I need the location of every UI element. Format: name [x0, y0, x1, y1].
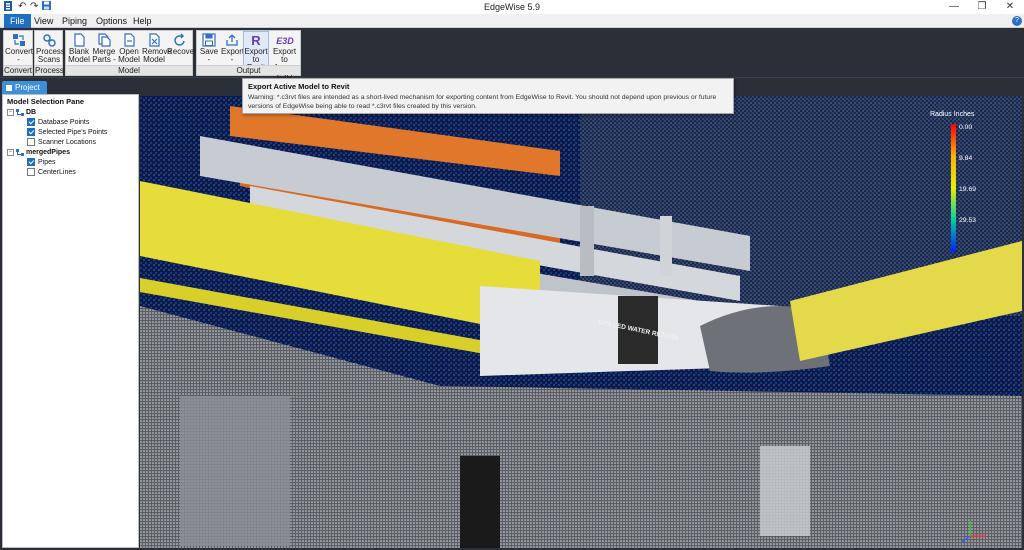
convert-button[interactable]: Convert -: [5, 32, 33, 66]
export-aveva-label: Export to: [272, 47, 297, 64]
item-label: Pipes: [38, 159, 56, 166]
export-revit-tooltip: Export Active Model to Revit Warning: *.…: [242, 78, 734, 114]
tree-item-centerlines[interactable]: CenterLines: [27, 168, 76, 177]
legend-tick: 0.00: [959, 124, 972, 131]
node-label-db: DB: [26, 109, 37, 116]
checkbox-scanner-locations[interactable]: [27, 138, 35, 147]
aveva-e3d-icon: E3D: [276, 36, 294, 46]
checkbox-database-points[interactable]: [27, 118, 35, 127]
tooltip-title: Export Active Model to Revit: [248, 82, 350, 91]
export-aveva-button[interactable]: E3D Export to Aveva E3D: [269, 32, 300, 80]
minimize-icon[interactable]: —: [940, 0, 968, 14]
pane-title: Model Selection Pane: [7, 97, 85, 106]
menu-view[interactable]: View: [28, 14, 59, 28]
menu-piping[interactable]: Piping: [56, 14, 93, 28]
ribbon-group-convert: Convert - Convert: [3, 30, 33, 76]
pipe-vertical: [580, 206, 594, 276]
project-tab-label: Project: [15, 83, 40, 92]
group-label-process: Process: [35, 65, 64, 75]
tab-project[interactable]: Project: [2, 81, 47, 94]
open-model-icon: [124, 33, 135, 47]
save-model-icon: [202, 33, 216, 47]
project-tab-icon: [6, 84, 12, 91]
ribbon-group-process: Process Scans Process: [34, 30, 65, 76]
tooltip-body: Warning: *.c3rvt files are intended as a…: [248, 94, 717, 110]
item-label: Selected Pipe's Points: [38, 129, 108, 136]
title-bar: ↶ ↷ EdgeWise 5.9 — ❐ ✕: [0, 0, 1024, 14]
export-button[interactable]: Export -: [221, 32, 244, 66]
merge-parts-sub: Parts -: [92, 55, 116, 64]
item-label: CenterLines: [38, 169, 76, 176]
node-tree-icon: [16, 148, 24, 156]
convert-sub: -: [17, 55, 20, 64]
export-icon: [226, 34, 238, 46]
checkbox-centerlines[interactable]: [27, 168, 35, 177]
tree-item-scanner-locations[interactable]: Scanner Locations: [27, 138, 96, 147]
node-label-mergedpipes: mergedPipes: [26, 149, 70, 156]
recover-icon: [173, 33, 185, 46]
node-tree-icon: [16, 108, 24, 116]
remove-model-icon: [149, 33, 160, 47]
ribbon-group-model: Blank Model - Merge Parts - Open Model R…: [65, 30, 197, 76]
recover-label: Recover: [167, 47, 197, 56]
collapse-icon[interactable]: −: [7, 108, 14, 116]
export-sub: -: [230, 55, 234, 64]
svg-text:R: R: [251, 33, 261, 47]
radius-legend-bar: [951, 124, 956, 252]
menu-file[interactable]: File: [4, 14, 31, 28]
legend-tick: 19.69: [959, 186, 976, 193]
close-icon[interactable]: ✕: [996, 0, 1024, 14]
blank-model-button[interactable]: Blank Model -: [67, 32, 91, 72]
ribbon-group-output: Save - Export - R Export to Revit E3D Ex…: [196, 30, 301, 80]
legend-tick: 29.53: [959, 217, 976, 224]
legend-tick: 9.84: [959, 155, 972, 162]
export-to-revit-button[interactable]: R Export to Revit: [243, 31, 269, 72]
process-scans-button[interactable]: Process Scans: [36, 32, 65, 66]
svg-text:E3D: E3D: [276, 36, 294, 46]
tree-node-db[interactable]: − DB: [7, 108, 36, 117]
window-title: EdgeWise 5.9: [483, 2, 541, 12]
item-label: Database Points: [38, 119, 90, 126]
save-model-sub: -: [207, 55, 211, 64]
remove-model-sub: Model: [143, 55, 165, 64]
revit-icon: R: [251, 33, 261, 47]
remove-model-button[interactable]: Remove Model: [142, 32, 172, 66]
legend-title: Radius Inches: [930, 111, 975, 118]
merge-parts-icon: [98, 33, 111, 47]
point-cloud-viewport[interactable]: CHILLED WATER RETURN Radius Inches 0.00 …: [140, 96, 1022, 548]
save-model-button[interactable]: Save -: [198, 32, 220, 66]
collapse-icon[interactable]: −: [7, 148, 14, 156]
restore-icon[interactable]: ❐: [968, 0, 996, 14]
tree-item-pipes[interactable]: Pipes: [27, 158, 56, 167]
open-model-sub: Model: [118, 55, 140, 64]
ribbon: Convert - Convert Process Scans Process …: [0, 28, 1024, 80]
group-label-output: Output: [197, 65, 300, 75]
merge-parts-button[interactable]: Merge Parts -: [92, 32, 116, 66]
model-selection-pane: Model Selection Pane − DB Database Points…: [2, 94, 139, 548]
item-label: Scanner Locations: [38, 139, 96, 146]
process-scans-icon: [43, 34, 56, 47]
open-model-button[interactable]: Open Model: [117, 32, 141, 66]
tree-node-mergedpipes[interactable]: − mergedPipes: [7, 148, 70, 157]
tree-item-selected-pipes-points[interactable]: Selected Pipe's Points: [27, 128, 107, 137]
group-label-model: Model: [66, 65, 192, 75]
checkbox-selected-pipes-points[interactable]: [27, 128, 35, 137]
blank-model-icon: [74, 33, 85, 47]
convert-icon: [12, 34, 25, 46]
checkbox-pipes[interactable]: [27, 158, 35, 167]
group-label-convert: Convert: [4, 65, 33, 75]
process-sub: Scans: [37, 55, 61, 64]
tank-equipment: [180, 396, 290, 546]
point-cloud-scene: CHILLED WATER RETURN Radius Inches 0.00 …: [140, 96, 1022, 548]
menu-help[interactable]: Help: [127, 14, 158, 28]
pipe-vertical: [660, 216, 672, 276]
tree-item-database-points[interactable]: Database Points: [27, 118, 89, 127]
menu-bar: File View Piping Options Help ?: [0, 14, 1024, 28]
equipment-cabinet: [460, 456, 500, 548]
recover-button[interactable]: Recover: [167, 32, 197, 66]
help-icon[interactable]: ?: [1012, 16, 1022, 26]
equipment-pump: [760, 446, 810, 536]
